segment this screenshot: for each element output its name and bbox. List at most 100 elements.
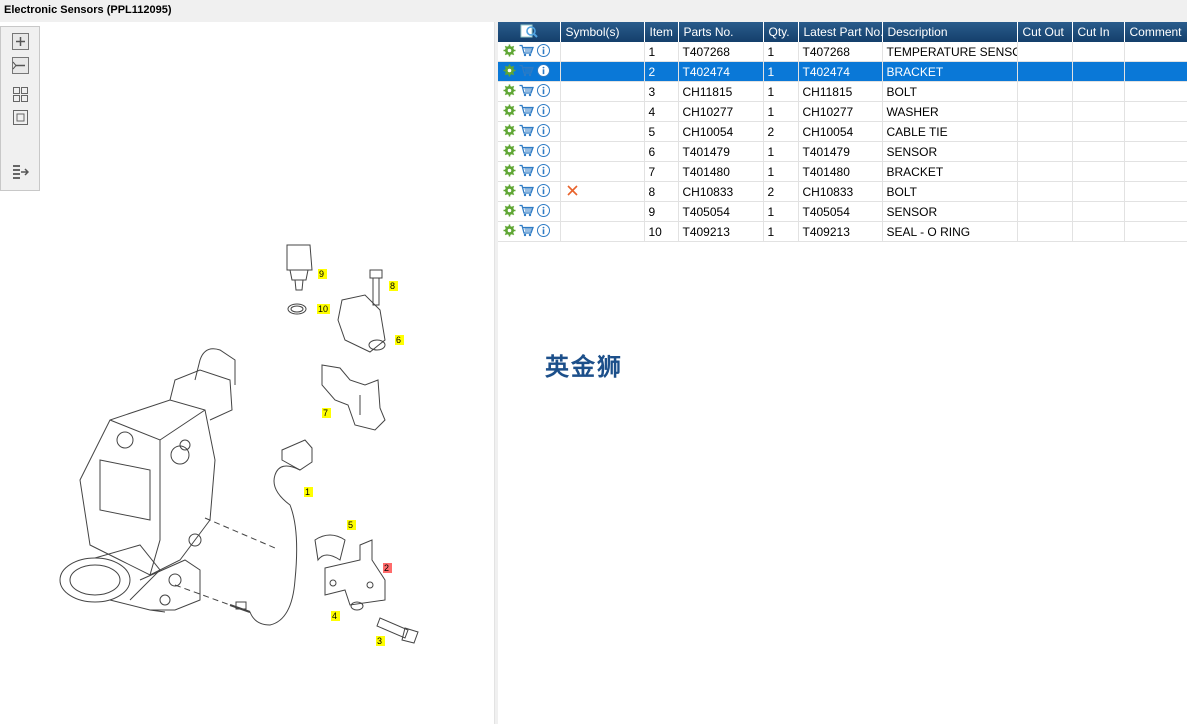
table-row[interactable]: 9 T405054 1 T405054 SENSOR [498,201,1187,222]
info-icon[interactable] [537,203,550,220]
parts-pane: Symbol(s) Item Parts No. Qty. Latest Par… [498,22,1187,724]
svg-text:9: 9 [319,269,324,279]
cell-item: 3 [644,81,679,102]
table-row[interactable]: 10 T409213 1 T409213 SEAL - O RING [498,221,1187,242]
cell-cut-in [1072,61,1125,82]
cart-icon[interactable] [519,44,534,60]
cell-qty: 1 [763,221,799,242]
cart-icon[interactable] [519,164,534,180]
gear-icon[interactable] [503,204,516,220]
cell-cut-in [1072,141,1125,162]
cell-part-no: CH10054 [678,121,764,142]
row-actions [498,181,561,202]
gear-icon[interactable] [503,144,516,160]
cell-cut-in [1072,121,1125,142]
fit-window-icon[interactable] [12,109,29,126]
svg-text:5: 5 [348,520,353,530]
cell-description: SENSOR [882,201,1018,222]
cell-symbols [560,81,645,102]
cell-latest-part-no: T405054 [798,201,883,222]
cart-icon[interactable] [519,124,534,140]
row-actions [498,81,561,102]
info-icon[interactable] [537,183,550,200]
table-row[interactable]: 5 CH10054 2 CH10054 CABLE TIE [498,121,1187,142]
svg-text:8: 8 [390,281,395,291]
cell-latest-part-no: CH10833 [798,181,883,202]
cell-comment [1124,101,1187,122]
zoom-out-icon[interactable] [12,57,29,74]
column-header-part-no[interactable]: Parts No. [678,22,764,42]
info-icon[interactable] [537,63,550,80]
gear-icon[interactable] [503,104,516,120]
column-header-qty[interactable]: Qty. [763,22,799,42]
cell-qty: 1 [763,42,799,62]
info-icon[interactable] [537,103,550,120]
gear-icon[interactable] [503,224,516,240]
column-header-comment[interactable]: Comment [1124,22,1187,42]
table-row[interactable]: 3 CH11815 1 CH11815 BOLT [498,81,1187,102]
cell-symbols [560,141,645,162]
column-header-search[interactable] [498,22,561,42]
column-header-cut-in[interactable]: Cut In [1072,22,1125,42]
column-header-symbols[interactable]: Symbol(s) [560,22,645,42]
table-row[interactable]: 6 T401479 1 T401479 SENSOR [498,141,1187,162]
cell-cut-out [1017,181,1073,202]
column-header-cut-out[interactable]: Cut Out [1017,22,1073,42]
cell-item: 10 [644,221,679,242]
gear-icon[interactable] [503,84,516,100]
cart-icon[interactable] [519,104,534,120]
cell-cut-in [1072,81,1125,102]
export-icon[interactable] [12,163,29,180]
cell-cut-in [1072,221,1125,242]
table-row[interactable]: 4 CH10277 1 CH10277 WASHER [498,101,1187,122]
cell-cut-out [1017,121,1073,142]
diagram-pane[interactable]: 1 2 3 4 5 6 7 8 9 10 [0,22,494,724]
cell-part-no: T405054 [678,201,764,222]
column-header-item[interactable]: Item [644,22,679,42]
cart-icon[interactable] [519,64,534,80]
row-actions [498,42,561,62]
cell-comment [1124,221,1187,242]
cell-qty: 1 [763,201,799,222]
table-row[interactable]: 2 T402474 1 T402474 BRACKET [498,61,1187,82]
cell-qty: 1 [763,141,799,162]
cell-cut-out [1017,161,1073,182]
info-icon[interactable] [537,83,550,100]
x-icon [566,184,579,200]
info-icon[interactable] [537,123,550,140]
callout-6: 6 [395,335,404,345]
cart-icon[interactable] [519,184,534,200]
gear-icon[interactable] [503,184,516,200]
gear-icon[interactable] [503,124,516,140]
cart-icon[interactable] [519,204,534,220]
zoom-in-icon[interactable] [12,33,29,50]
window-titlebar: Electronic Sensors (PPL112095) [0,0,1187,22]
exploded-diagram[interactable]: 1 2 3 4 5 6 7 8 9 10 [0,22,494,724]
column-header-description[interactable]: Description [882,22,1018,42]
cell-part-no: CH11815 [678,81,764,102]
gear-icon[interactable] [503,64,516,80]
cell-description: SENSOR [882,141,1018,162]
fit-all-icon[interactable] [12,86,29,103]
table-row[interactable]: 1 T407268 1 T407268 TEMPERATURE SENSOR [498,42,1187,62]
info-icon[interactable] [537,43,550,60]
cell-qty: 2 [763,121,799,142]
gear-icon[interactable] [503,164,516,180]
info-icon[interactable] [537,223,550,240]
cell-item: 5 [644,121,679,142]
window-title: Electronic Sensors (PPL112095) [4,4,172,16]
cart-icon[interactable] [519,224,534,240]
row-actions [498,201,561,222]
cell-latest-part-no: T407268 [798,42,883,62]
cell-symbols [560,121,645,142]
info-icon[interactable] [537,163,550,180]
info-icon[interactable] [537,143,550,160]
table-row[interactable]: 8 CH10833 2 CH10833 BOLT [498,181,1187,202]
column-header-latest-part-no[interactable]: Latest Part No. [798,22,883,42]
table-row[interactable]: 7 T401480 1 T401480 BRACKET [498,161,1187,182]
cart-icon[interactable] [519,144,534,160]
gear-icon[interactable] [503,44,516,60]
cell-symbols [560,101,645,122]
cart-icon[interactable] [519,84,534,100]
cell-cut-in [1072,181,1125,202]
